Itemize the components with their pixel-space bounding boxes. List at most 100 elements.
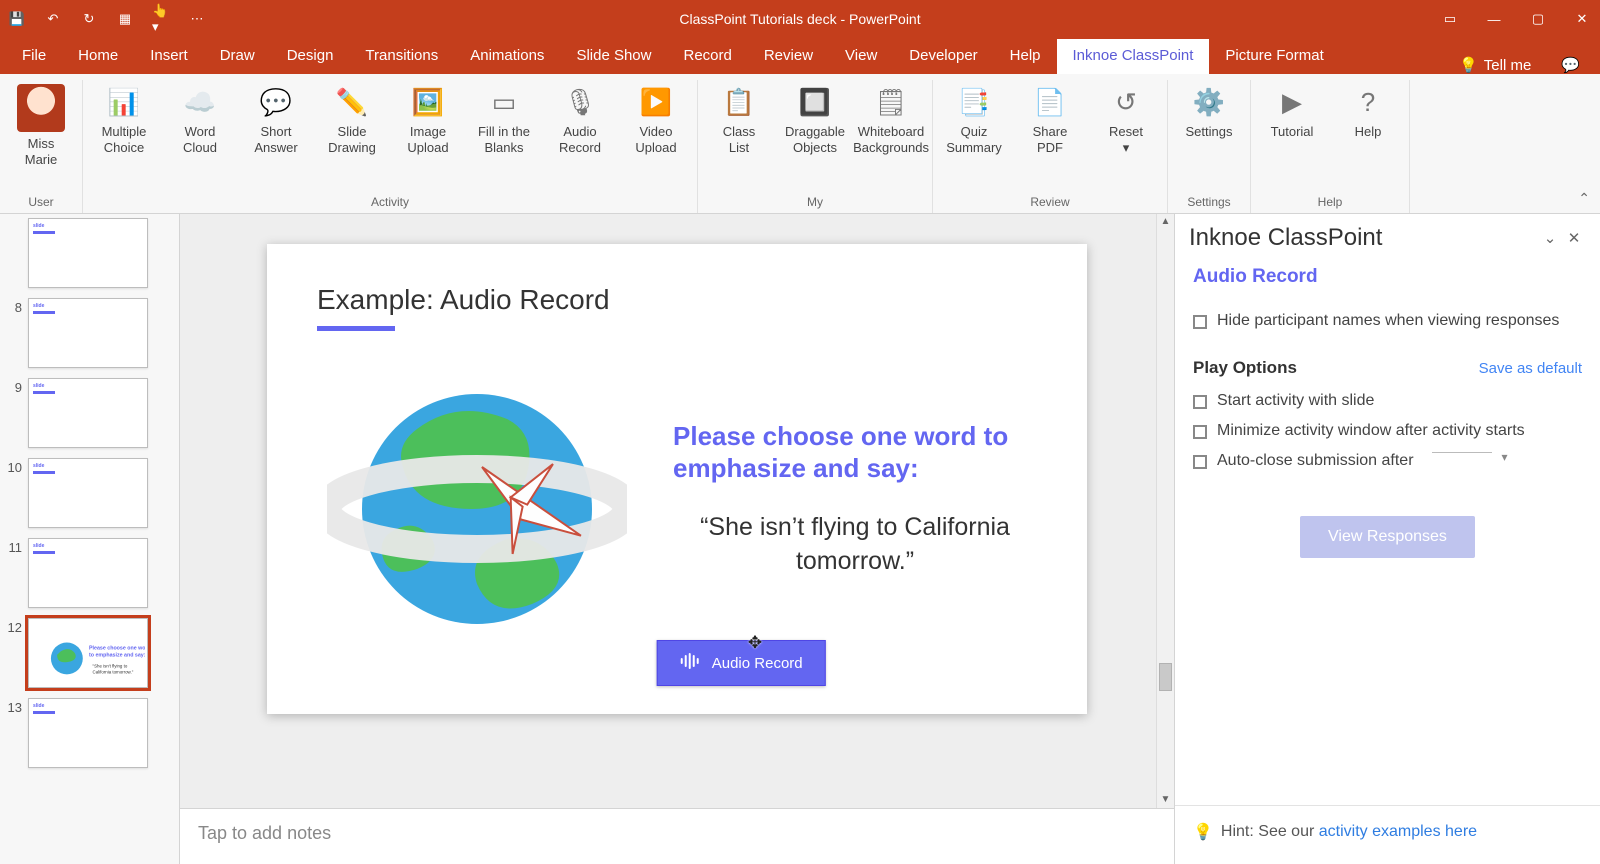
- help-button[interactable]: ? Help: [1337, 80, 1399, 158]
- slide-drawing-button[interactable]: ✏️Slide Drawing: [321, 80, 383, 158]
- tab-review[interactable]: Review: [748, 39, 829, 74]
- fill-blanks-button[interactable]: ▭ Fill in the Blanks: [473, 80, 535, 158]
- ribbon-display-icon[interactable]: ▭: [1440, 11, 1460, 27]
- svg-text:to emphasize and say:: to emphasize and say:: [89, 653, 145, 659]
- pane-close-icon[interactable]: ✕: [1562, 229, 1586, 247]
- play-options-label: Play Options: [1193, 358, 1297, 378]
- audio-record-button[interactable]: 🎙Audio Record: [549, 80, 611, 158]
- tab-home[interactable]: Home: [62, 39, 134, 74]
- vertical-scrollbar[interactable]: ▲ ▼: [1156, 214, 1174, 808]
- slide-thumbnail[interactable]: slide: [28, 698, 148, 768]
- whiteboard-bg-button[interactable]: 🗒Whiteboard Backgrounds: [860, 80, 922, 158]
- audio-record-button-label: Audio Record: [712, 655, 803, 672]
- globe-icon: [327, 359, 627, 639]
- minimize-icon[interactable]: —: [1484, 12, 1504, 27]
- quiz-summary-button[interactable]: 📑Quiz Summary: [943, 80, 1005, 158]
- slide-thumbnail[interactable]: slide: [28, 538, 148, 608]
- scroll-up-icon[interactable]: ▲: [1157, 214, 1174, 230]
- pane-dropdown-icon[interactable]: ⌄: [1538, 229, 1562, 247]
- window-controls: ▭ — ▢ ✕: [1440, 11, 1592, 27]
- checkbox-minimize-window[interactable]: [1193, 425, 1207, 439]
- maximize-icon[interactable]: ▢: [1528, 11, 1548, 27]
- fill-blanks-label: Fill in the Blanks: [478, 124, 530, 158]
- slide-thumbnail[interactable]: Please choose one wordto emphasize and s…: [28, 618, 148, 688]
- slide-thumbnail[interactable]: slide: [28, 458, 148, 528]
- redo-icon[interactable]: ↻: [80, 10, 98, 28]
- tab-inknoe-classpoint[interactable]: Inknoe ClassPoint: [1057, 39, 1210, 74]
- tab-developer[interactable]: Developer: [893, 39, 993, 74]
- scroll-track[interactable]: [1157, 230, 1174, 792]
- video-upload-icon: ▶️: [635, 84, 677, 120]
- image-upload-button[interactable]: 🖼️Image Upload: [397, 80, 459, 158]
- ribbon-group-my: 📋Class List🔲Draggable Objects🗒Whiteboard…: [698, 80, 933, 213]
- tab-record[interactable]: Record: [667, 39, 747, 74]
- reset-icon: ↺: [1105, 84, 1147, 120]
- help-label: Help: [1355, 124, 1382, 158]
- settings-label: Settings: [1186, 124, 1233, 158]
- slide-prompt: Please choose one word to emphasize and …: [673, 420, 1037, 485]
- share-pdf-label: Share PDF: [1033, 124, 1068, 158]
- save-as-default-link[interactable]: Save as default: [1479, 360, 1582, 377]
- user-avatar-button[interactable]: Miss Marie: [10, 80, 72, 170]
- fill-blanks-icon: ▭: [483, 84, 525, 120]
- slide-thumbnail[interactable]: slide: [28, 218, 148, 288]
- notes-pane[interactable]: Tap to add notes: [180, 808, 1174, 864]
- checkbox-start-with-slide[interactable]: [1193, 395, 1207, 409]
- autoclose-value-input[interactable]: [1432, 452, 1492, 453]
- slide-thumbnail[interactable]: slide: [28, 378, 148, 448]
- draggable-objects-button[interactable]: 🔲Draggable Objects: [784, 80, 846, 158]
- view-responses-button[interactable]: View Responses: [1300, 516, 1475, 558]
- qat-overflow-icon[interactable]: ⋯: [188, 10, 206, 28]
- tab-help[interactable]: Help: [994, 39, 1057, 74]
- tab-file[interactable]: File: [6, 39, 62, 74]
- close-icon[interactable]: ✕: [1572, 11, 1592, 27]
- ribbon-group-user: Miss MarieUser: [0, 80, 83, 213]
- tab-draw[interactable]: Draw: [204, 39, 271, 74]
- tab-picture-format[interactable]: Picture Format: [1209, 39, 1339, 74]
- save-icon[interactable]: 💾: [8, 10, 26, 28]
- group-label: Review: [943, 195, 1157, 213]
- word-cloud-button[interactable]: ☁️Word Cloud: [169, 80, 231, 158]
- option-autoclose[interactable]: Auto-close submission after: [1175, 446, 1600, 476]
- tab-design[interactable]: Design: [271, 39, 350, 74]
- option-start-with-slide[interactable]: Start activity with slide: [1175, 386, 1600, 416]
- short-answer-button[interactable]: 💬Short Answer: [245, 80, 307, 158]
- tab-animations[interactable]: Animations: [454, 39, 560, 74]
- video-upload-button[interactable]: ▶️Video Upload: [625, 80, 687, 158]
- tab-view[interactable]: View: [829, 39, 893, 74]
- share-pdf-button[interactable]: 📄Share PDF: [1019, 80, 1081, 158]
- class-list-button[interactable]: 📋Class List: [708, 80, 770, 158]
- tutorial-button[interactable]: ▶Tutorial: [1261, 80, 1323, 158]
- image-upload-icon: 🖼️: [407, 84, 449, 120]
- audio-record-button[interactable]: Audio Record ✥: [657, 640, 826, 686]
- svg-text:California tomorrow.": California tomorrow.": [93, 669, 134, 674]
- group-label: Settings: [1178, 195, 1240, 213]
- collapse-ribbon-icon[interactable]: ⌃: [1578, 190, 1590, 207]
- checkbox-hide-names[interactable]: [1193, 315, 1207, 329]
- ribbon-group-activity: 📊Multiple Choice☁️Word Cloud💬Short Answe…: [83, 80, 698, 213]
- thumb-row: 9slide: [2, 378, 173, 448]
- hint-link[interactable]: activity examples here: [1319, 823, 1477, 840]
- tell-me[interactable]: 💡Tell me: [1443, 56, 1547, 74]
- slide-thumbnail[interactable]: slide: [28, 298, 148, 368]
- option-minimize-window[interactable]: Minimize activity window after activity …: [1175, 416, 1600, 446]
- tab-transitions[interactable]: Transitions: [349, 39, 454, 74]
- multiple-choice-button[interactable]: 📊Multiple Choice: [93, 80, 155, 158]
- scroll-thumb[interactable]: [1159, 663, 1172, 691]
- present-icon[interactable]: ▦: [116, 10, 134, 28]
- short-answer-label: Short Answer: [254, 124, 297, 158]
- comments-icon[interactable]: 💬: [1547, 56, 1594, 74]
- tab-insert[interactable]: Insert: [134, 39, 204, 74]
- slide-drawing-label: Slide Drawing: [328, 124, 376, 158]
- slide[interactable]: Example: Audio Record: [267, 244, 1087, 714]
- undo-icon[interactable]: ↶: [44, 10, 62, 28]
- settings-button[interactable]: ⚙️Settings: [1178, 80, 1240, 158]
- help-icon: ?: [1347, 84, 1389, 120]
- checkbox-autoclose[interactable]: [1193, 455, 1207, 469]
- option-hide-names[interactable]: Hide participant names when viewing resp…: [1175, 306, 1600, 336]
- reset-button[interactable]: ↺Reset ▾: [1095, 80, 1157, 158]
- scroll-down-icon[interactable]: ▼: [1157, 792, 1174, 808]
- tab-slide-show[interactable]: Slide Show: [560, 39, 667, 74]
- touch-mode-icon[interactable]: 👆▾: [152, 10, 170, 28]
- word-cloud-icon: ☁️: [179, 84, 221, 120]
